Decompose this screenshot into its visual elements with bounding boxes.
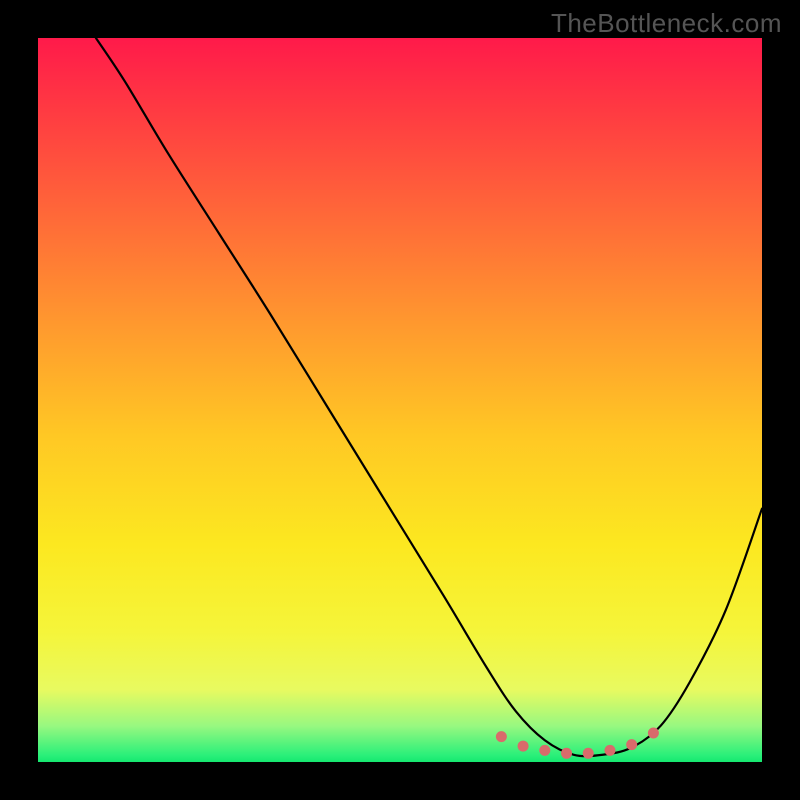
marker-dot [561, 748, 572, 759]
flat-region-markers [496, 728, 659, 759]
chart-svg [38, 38, 762, 762]
marker-dot [518, 741, 529, 752]
marker-dot [604, 745, 615, 756]
marker-dot [626, 739, 637, 750]
watermark-text: TheBottleneck.com [551, 8, 782, 39]
chart-plot-area [38, 38, 762, 762]
marker-dot [496, 731, 507, 742]
marker-dot [648, 728, 659, 739]
bottleneck-curve [96, 38, 762, 756]
marker-dot [583, 748, 594, 759]
marker-dot [539, 745, 550, 756]
